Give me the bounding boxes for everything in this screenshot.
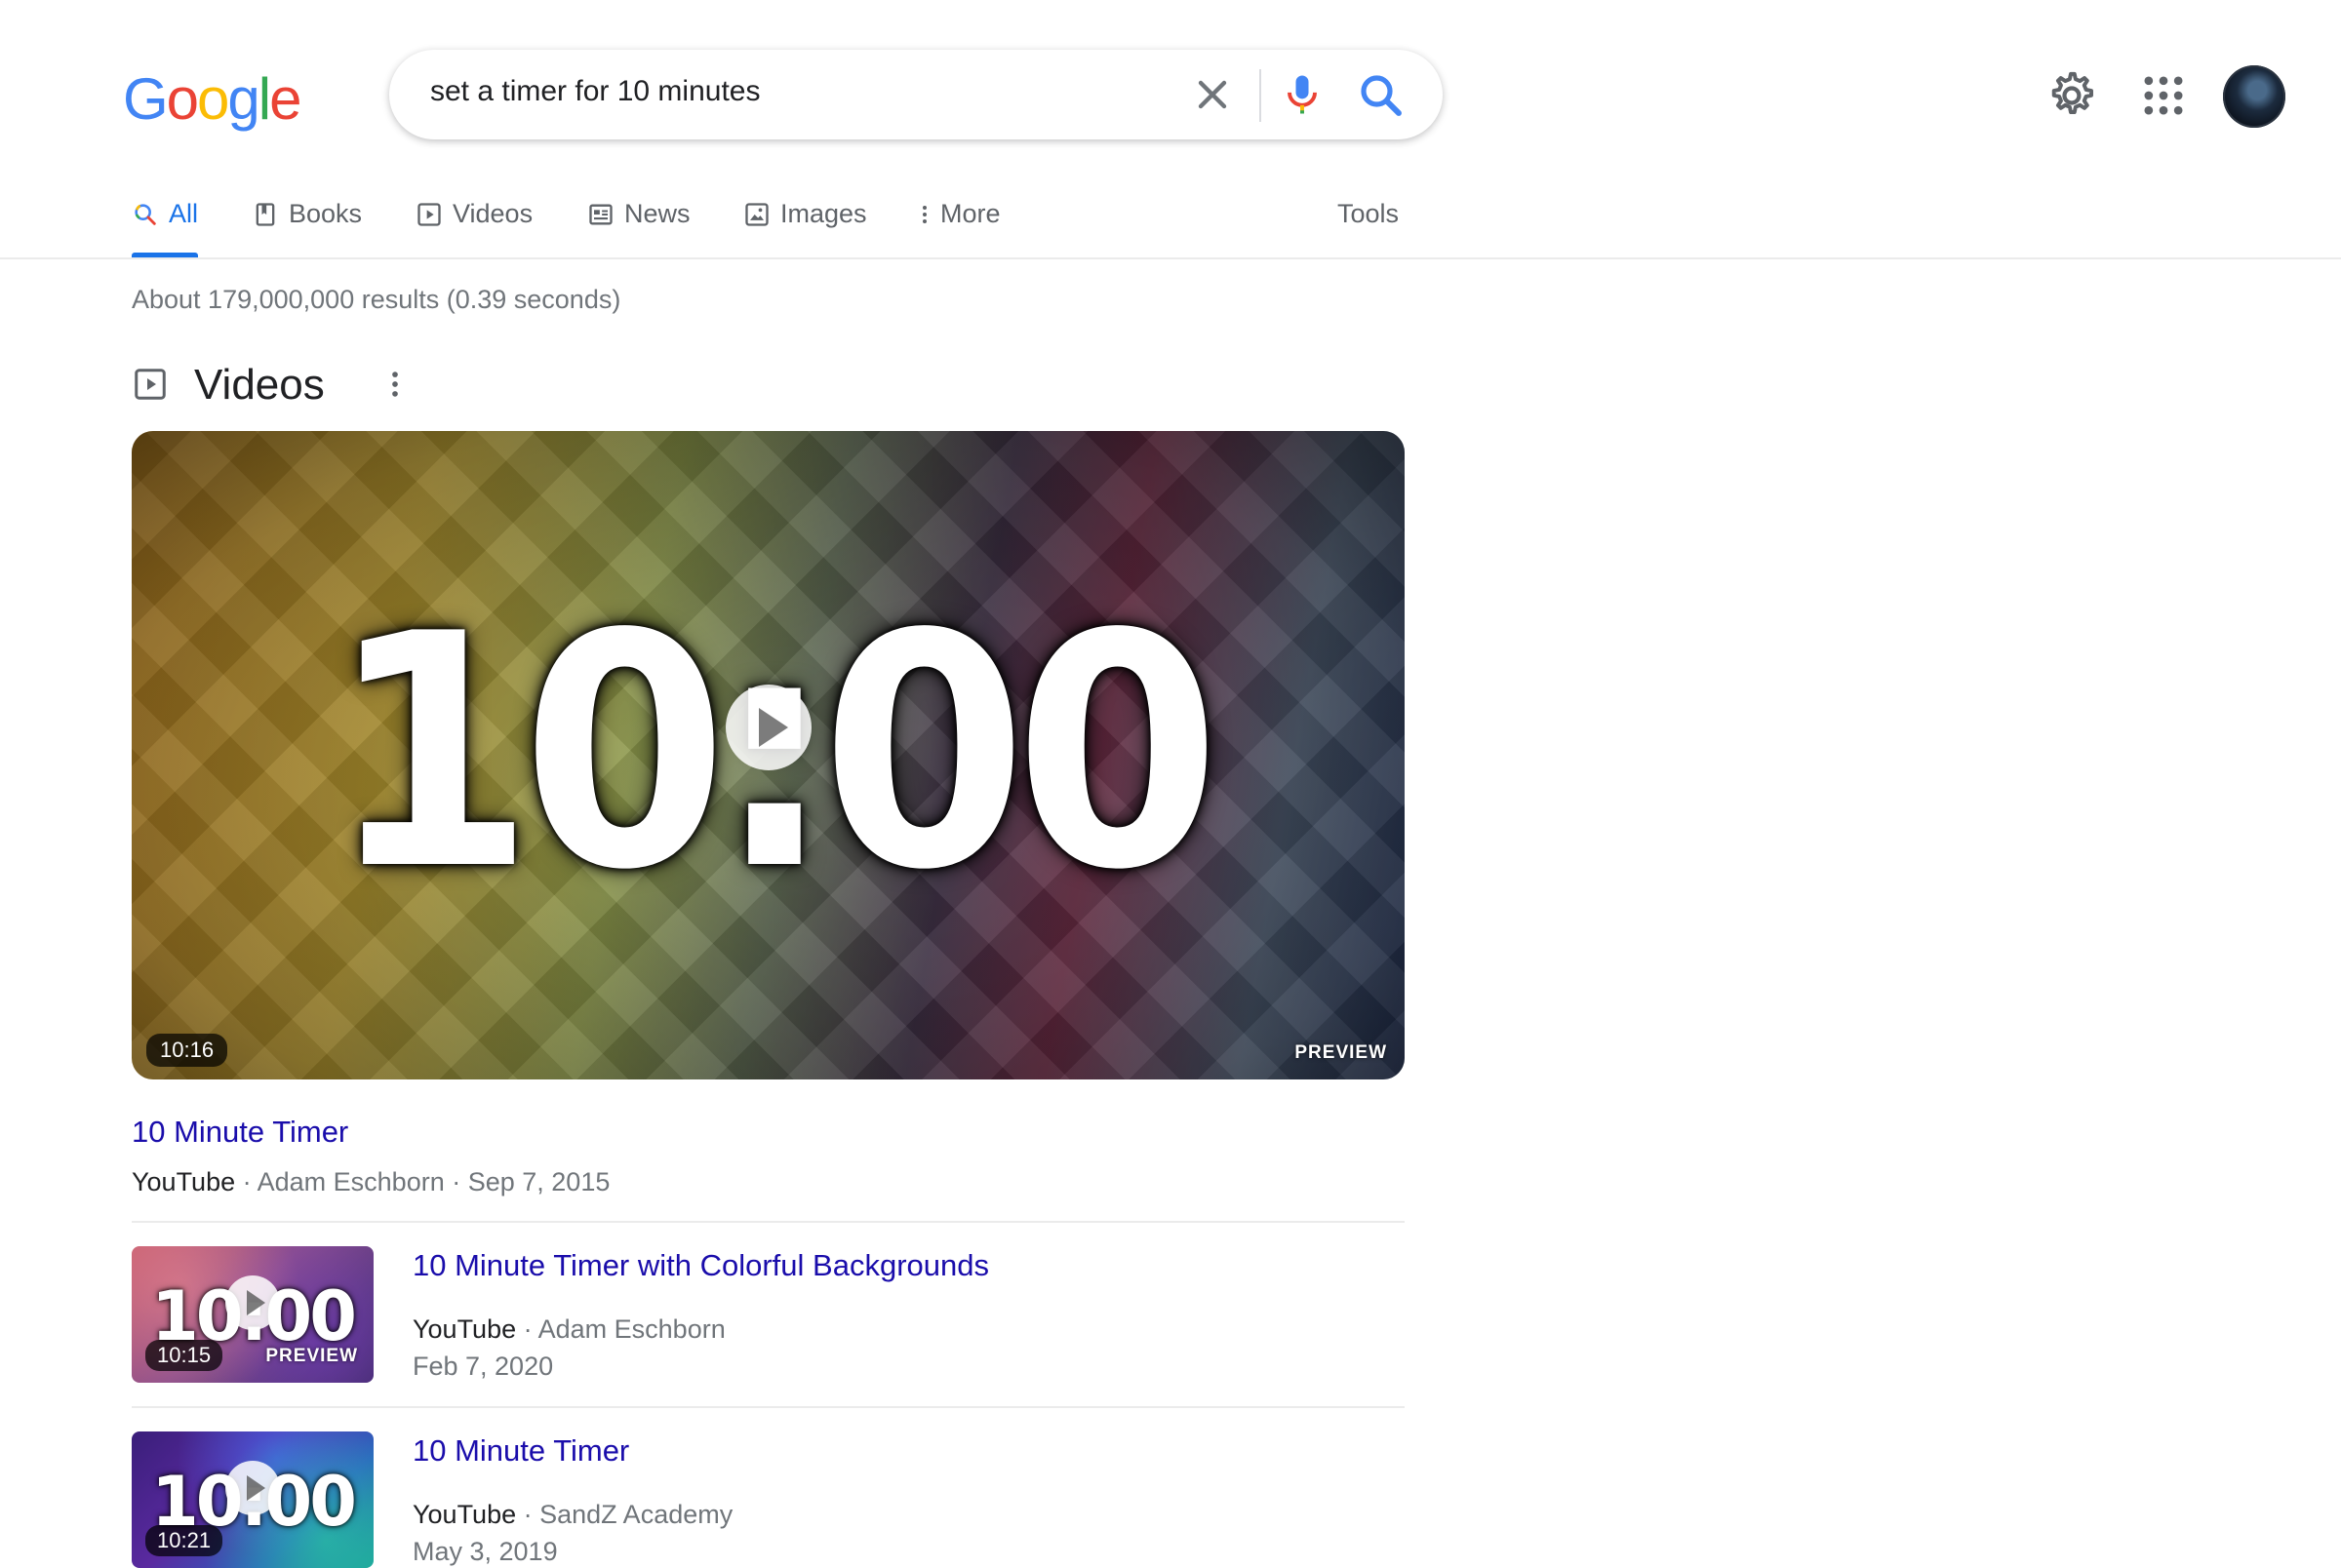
main-video-title[interactable]: 10 Minute Timer	[132, 1115, 348, 1150]
search-divider	[1259, 69, 1261, 122]
video-channel-date: · Adam Eschborn · Sep 7, 2015	[242, 1167, 611, 1196]
video-thumbnail[interactable]: 10:00 10:15 PREVIEW	[132, 1246, 374, 1383]
logo-letter: G	[123, 66, 169, 132]
play-icon[interactable]	[726, 685, 812, 770]
microphone-icon	[1288, 75, 1317, 114]
logo-letter: l	[258, 66, 271, 132]
video-channel: · Adam Eschborn	[523, 1314, 726, 1344]
google-logo-letters: Google	[123, 60, 302, 138]
tab-news[interactable]: News	[587, 199, 691, 257]
video-duration-badge: 10:15	[145, 1340, 223, 1371]
tab-all[interactable]: All	[132, 199, 199, 257]
play-icon	[417, 203, 441, 226]
google-logo[interactable]: Google	[123, 60, 302, 138]
close-icon	[1198, 80, 1227, 109]
result-divider	[132, 1406, 1405, 1408]
logo-letter: o	[166, 66, 199, 132]
search-box[interactable]: set a timer for 10 minutes	[389, 50, 1443, 139]
videos-section-title: Videos	[194, 361, 325, 409]
apps-grid-icon	[2144, 76, 2183, 115]
logo-letter: g	[227, 66, 259, 132]
search-input[interactable]: set a timer for 10 minutes	[430, 75, 760, 108]
more-vert-icon	[923, 206, 927, 223]
video-date: Feb 7, 2020	[413, 1352, 554, 1381]
result-divider	[132, 1221, 1405, 1223]
video-title[interactable]: 10 Minute Timer with Colorful Background…	[413, 1248, 989, 1283]
video-channel: · SandZ Academy	[523, 1500, 734, 1529]
gear-icon	[2051, 71, 2093, 115]
voice-search-button[interactable]	[1277, 69, 1328, 120]
image-icon	[745, 203, 769, 226]
book-icon	[256, 203, 275, 226]
tab-label: Books	[289, 199, 363, 228]
tools-button[interactable]: Tools	[1337, 199, 1399, 229]
search-tabs: All Books Videos News Images More Tools	[0, 185, 2341, 259]
more-options-icon[interactable]	[378, 367, 412, 402]
tab-label: Videos	[453, 199, 534, 228]
video-source: YouTube	[413, 1314, 517, 1344]
tab-label: More	[940, 199, 1001, 228]
video-section-icon	[135, 369, 166, 400]
play-icon[interactable]	[225, 1275, 280, 1330]
video-duration-badge: 10:16	[146, 1034, 228, 1067]
settings-button[interactable]	[2043, 68, 2098, 123]
search-icon	[135, 204, 156, 225]
search-icon	[1361, 75, 1402, 116]
preview-label: PREVIEW	[1294, 1042, 1387, 1063]
tab-videos[interactable]: Videos	[416, 199, 533, 257]
tab-label: News	[624, 199, 691, 228]
account-avatar[interactable]	[2223, 65, 2285, 128]
newspaper-icon	[589, 204, 613, 225]
main-video-meta: YouTube · Adam Eschborn · Sep 7, 2015	[132, 1167, 610, 1197]
logo-letter: e	[269, 66, 301, 132]
tab-label: All	[169, 199, 199, 228]
tab-images[interactable]: Images	[743, 199, 867, 257]
video-date: May 3, 2019	[413, 1537, 558, 1566]
tab-label: Images	[780, 199, 867, 228]
search-button[interactable]	[1355, 69, 1408, 122]
logo-letter: o	[197, 66, 229, 132]
video-meta: YouTube · SandZ Academy	[413, 1500, 733, 1530]
video-duration-badge: 10:21	[145, 1525, 223, 1556]
video-thumbnail[interactable]: 10:00 10:21	[132, 1431, 374, 1568]
preview-label: PREVIEW	[265, 1346, 358, 1366]
tab-more[interactable]: More	[913, 199, 1001, 257]
play-icon[interactable]	[225, 1461, 280, 1515]
google-apps-button[interactable]	[2138, 70, 2189, 121]
video-source: YouTube	[132, 1167, 236, 1196]
video-meta: YouTube · Adam Eschborn	[413, 1314, 726, 1345]
clear-search-button[interactable]	[1189, 71, 1236, 118]
result-stats: About 179,000,000 results (0.39 seconds)	[132, 285, 621, 314]
video-title[interactable]: 10 Minute Timer	[413, 1433, 629, 1469]
video-source: YouTube	[413, 1500, 517, 1529]
tab-books[interactable]: Books	[252, 199, 362, 257]
main-video-thumbnail[interactable]: 10:00 10:16 PREVIEW	[132, 431, 1405, 1079]
